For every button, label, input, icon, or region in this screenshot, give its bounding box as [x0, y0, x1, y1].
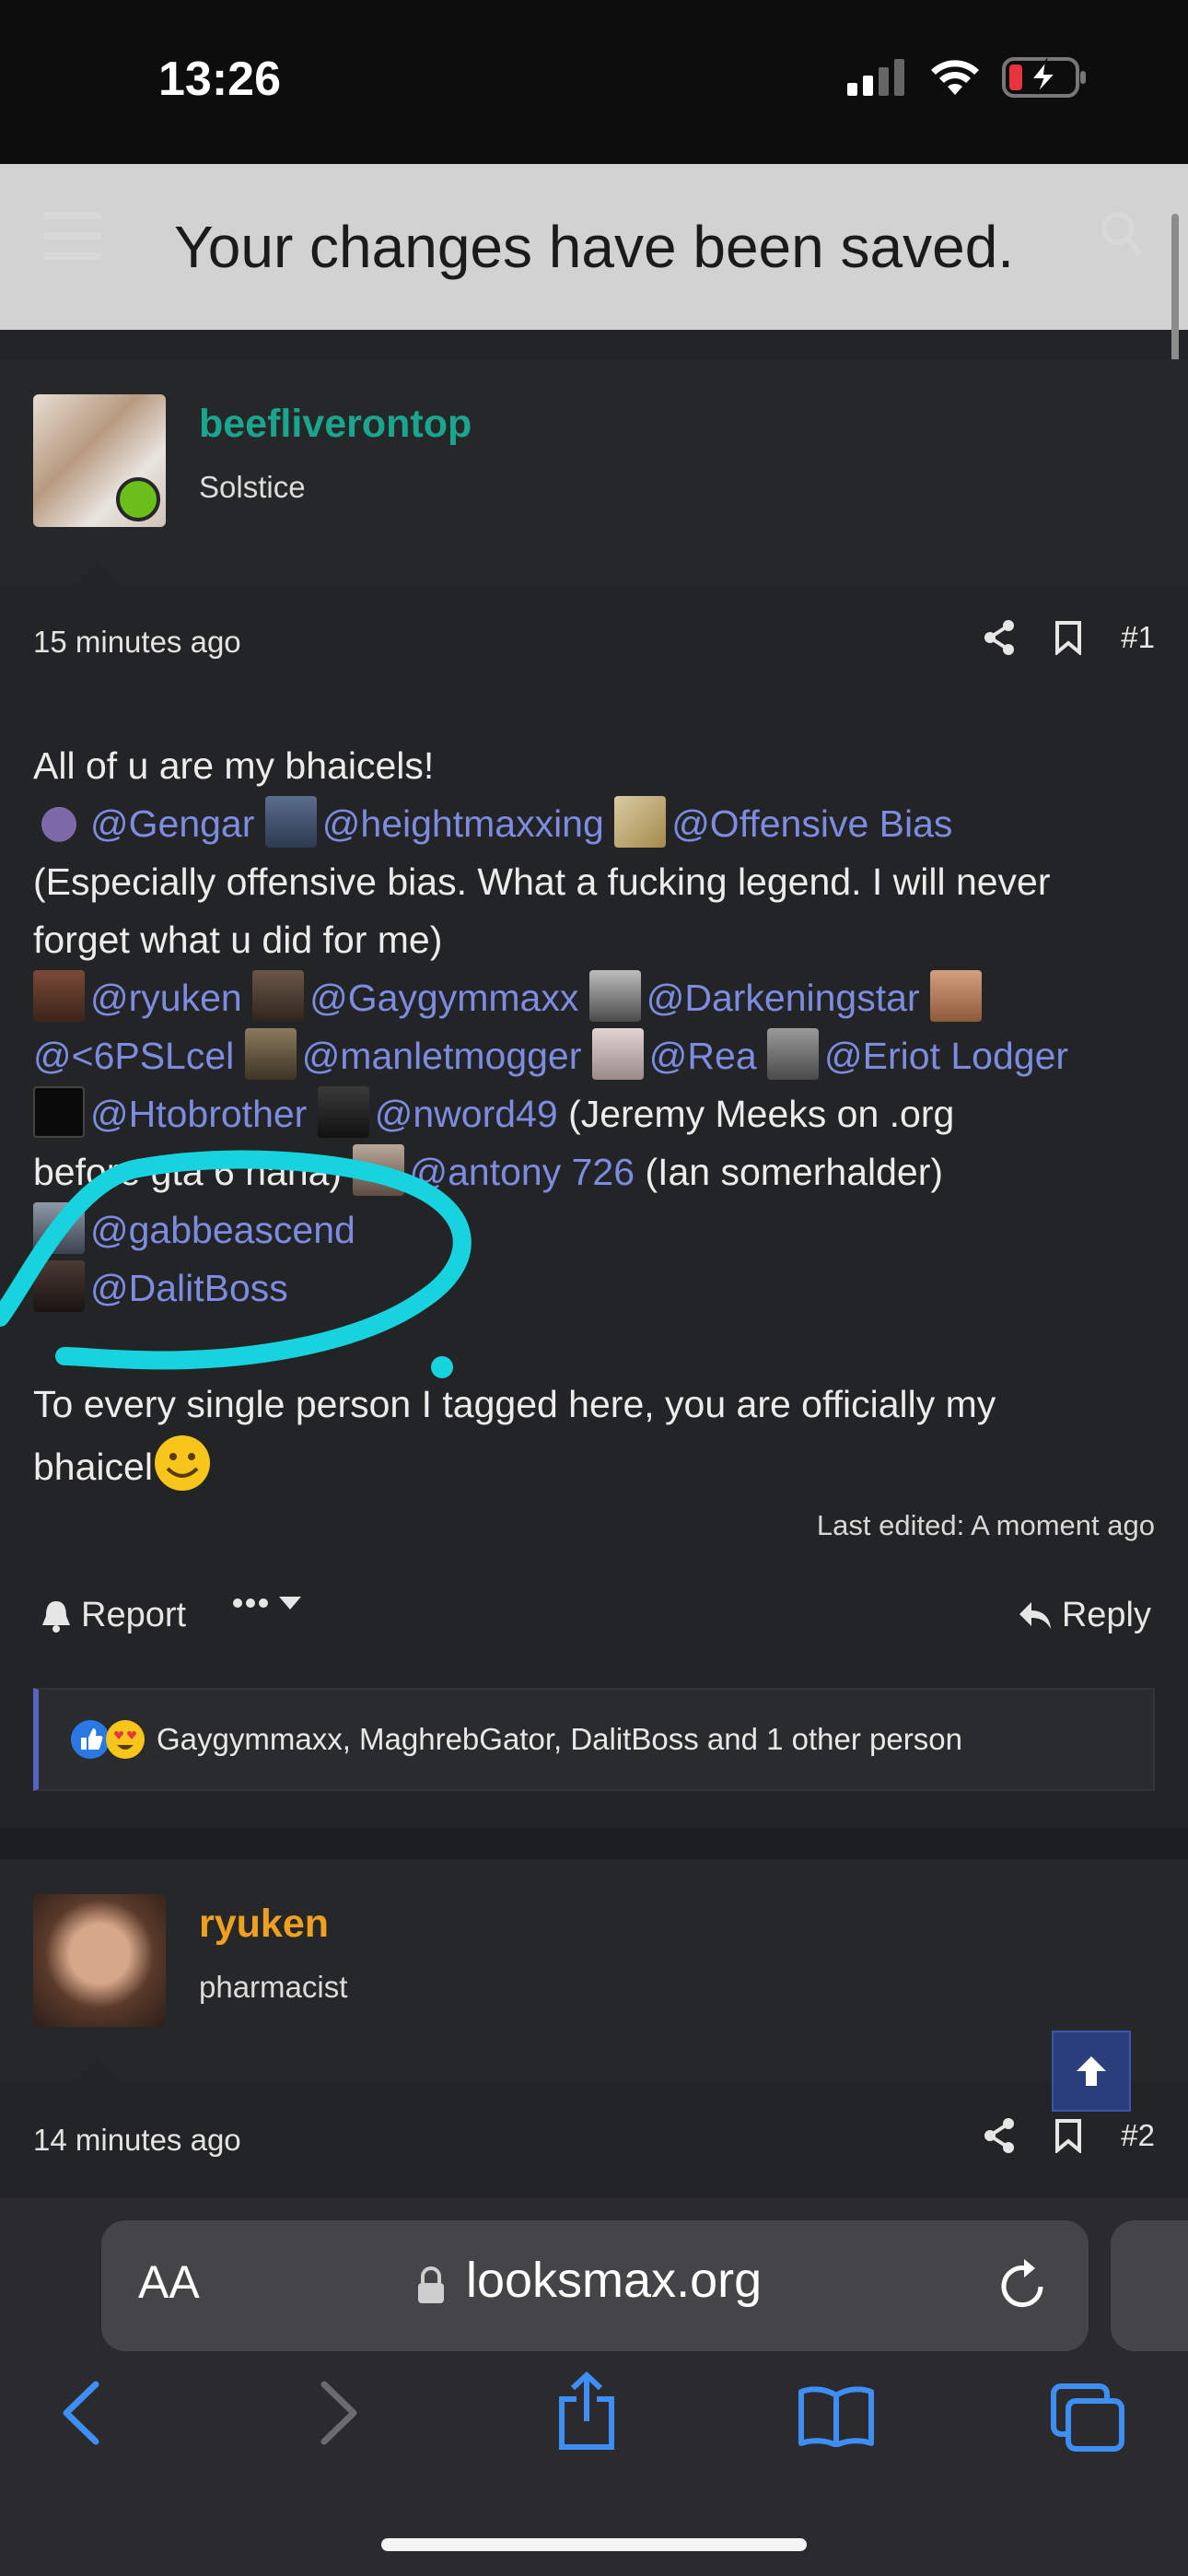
user-avatar-icon: [317, 1086, 369, 1138]
bell-icon: [42, 1600, 70, 1633]
post-text: (Ian somerhalder): [645, 1151, 944, 1193]
lock-icon: [418, 2266, 444, 2303]
report-label: Report: [81, 1596, 187, 1634]
post-divider: [0, 1828, 1188, 1859]
post-timestamp[interactable]: 15 minutes ago: [33, 625, 241, 660]
toast-message: Your changes have been saved.: [173, 214, 1015, 280]
drawn-circle-annotation: [0, 1150, 472, 1378]
user-title: Solstice: [199, 470, 306, 504]
mention-link[interactable]: @Gaygymmaxx: [309, 977, 578, 1019]
post-line: (Especially offensive bias. What a fucki…: [33, 861, 1051, 903]
mention-link[interactable]: @ryuken: [90, 977, 242, 1019]
reply-button[interactable]: Reply: [1018, 1596, 1151, 1635]
reactions-bar[interactable]: Gaygymmaxx, MaghrebGator, DalitBoss and …: [33, 1688, 1155, 1791]
love-eyes-reaction-icon: [106, 1720, 145, 1759]
user-title: pharmacist: [199, 1970, 348, 2004]
bookmarks-icon[interactable]: [798, 2386, 875, 2447]
post-line: bhaicel: [33, 1446, 153, 1488]
user-avatar-icon: [767, 1028, 820, 1080]
mention-link[interactable]: @<6PSLcel: [33, 1035, 234, 1077]
saved-toast: Your changes have been saved.: [0, 164, 1188, 330]
post-timestamp[interactable]: 14 minutes ago: [33, 2123, 241, 2158]
post-pointer: [74, 562, 122, 586]
online-indicator: [116, 477, 160, 521]
bookmark-icon[interactable]: [1054, 620, 1082, 655]
signal-icon: [847, 59, 904, 96]
post-actions-top: #1: [983, 619, 1155, 656]
mention-link[interactable]: @heightmaxxing: [322, 802, 604, 845]
ellipsis-icon: [233, 1598, 268, 1608]
gengar-avatar-icon: [33, 796, 85, 848]
wifi-icon: [931, 60, 979, 95]
status-icons: [847, 57, 1087, 98]
status-bar: 13:26: [0, 0, 1188, 164]
avatar[interactable]: [33, 1894, 166, 2027]
user-avatar-icon: [252, 970, 305, 1022]
user-avatar-icon: [591, 1028, 644, 1080]
chevron-down-icon: [279, 1597, 301, 1610]
mention-link[interactable]: @Eriot Lodger: [824, 1035, 1068, 1077]
mention-link[interactable]: @Htobrother: [90, 1093, 307, 1135]
mention-link[interactable]: @Darkeningstar: [646, 977, 920, 1019]
battery-icon: [1002, 57, 1086, 98]
post-username[interactable]: ryuken: [199, 1902, 329, 1947]
post-line: All of u are my bhaicels!: [33, 744, 435, 787]
next-tab-preview[interactable]: [1111, 2220, 1188, 2351]
share-sheet-icon[interactable]: [556, 2371, 617, 2451]
last-edited[interactable]: Last edited: A moment ago: [817, 1509, 1155, 1542]
mention-link[interactable]: @Gengar: [90, 802, 254, 845]
forward-icon[interactable]: [319, 2381, 359, 2445]
report-button[interactable]: Report: [41, 1596, 186, 1635]
user-avatar-icon: [33, 970, 85, 1022]
mention-link[interactable]: @manletmogger: [302, 1035, 582, 1077]
reply-label: Reply: [1061, 1596, 1151, 1634]
user-avatar-icon: [33, 1086, 85, 1138]
tabs-icon[interactable]: [1050, 2383, 1125, 2453]
back-icon[interactable]: [61, 2381, 101, 2445]
share-icon[interactable]: [983, 619, 1016, 656]
post-1-header: beefliverontop Solstice: [0, 359, 1188, 586]
scroll-to-top-button[interactable]: [1052, 2031, 1131, 2112]
arrow-up-icon: [1077, 2056, 1106, 2086]
share-icon[interactable]: [983, 2117, 1016, 2154]
user-avatar-icon: [588, 970, 641, 1022]
post-actions-top: #2: [983, 2117, 1155, 2154]
post-username[interactable]: beefliverontop: [199, 402, 472, 447]
home-indicator[interactable]: [381, 2538, 807, 2551]
more-options-menu[interactable]: [232, 1596, 302, 1610]
post-number[interactable]: #2: [1121, 2118, 1155, 2153]
text-size-button[interactable]: AA: [138, 2255, 200, 2309]
mention-link[interactable]: @Rea: [649, 1035, 757, 1077]
reload-icon[interactable]: [998, 2257, 1050, 2313]
user-avatar-icon: [930, 970, 982, 1022]
bookmark-icon[interactable]: [1054, 2118, 1082, 2153]
status-time: 13:26: [158, 53, 281, 106]
mention-link[interactable]: @Offensive Bias: [671, 802, 952, 845]
reactions-text: Gaygymmaxx, MaghrebGator, DalitBoss and …: [157, 1722, 962, 1756]
post-text: (Jeremy Meeks on .org: [568, 1093, 955, 1135]
post-pointer: [74, 2058, 122, 2082]
post-line: forget what u did for me): [33, 919, 443, 961]
smiley-icon: [154, 1435, 210, 1491]
post-2-header: ryuken pharmacist: [0, 1859, 1188, 2082]
user-avatar-icon: [614, 796, 667, 848]
user-avatar-icon: [244, 1028, 297, 1080]
post-number[interactable]: #1: [1121, 620, 1155, 655]
mention-link[interactable]: @nword49: [375, 1093, 558, 1135]
user-avatar-icon: [264, 796, 317, 848]
url-text[interactable]: looksmax.org: [466, 2252, 762, 2309]
reply-icon: [1019, 1601, 1051, 1629]
